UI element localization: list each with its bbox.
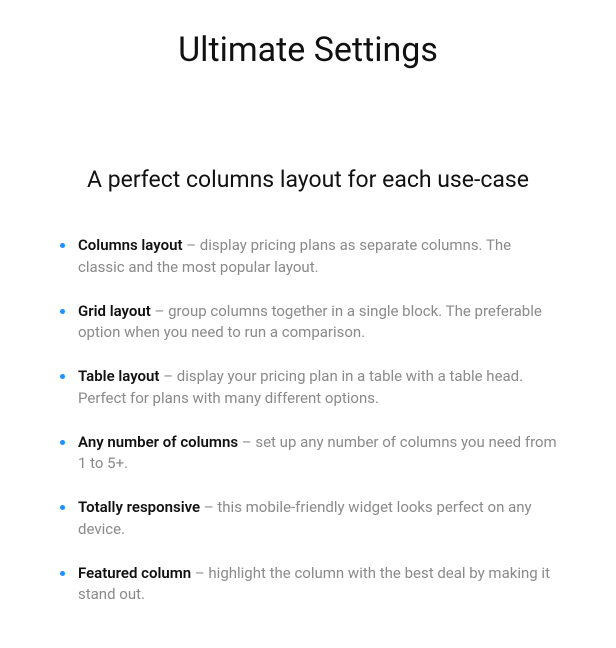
feature-term: Grid layout (78, 302, 151, 320)
feature-term: Columns layout (78, 236, 183, 254)
list-item: Grid layout – group columns together in … (58, 301, 558, 345)
page: Ultimate Settings A perfect columns layo… (0, 0, 616, 648)
bullet-icon (60, 243, 65, 248)
feature-list: Columns layout – display pricing plans a… (52, 235, 564, 606)
list-item: Totally responsive – this mobile-friendl… (58, 497, 558, 541)
bullet-icon (60, 440, 65, 445)
feature-term: Any number of columns (78, 433, 238, 451)
bullet-icon (60, 505, 65, 510)
feature-term: Table layout (78, 367, 159, 385)
bullet-icon (60, 309, 65, 314)
list-item: Table layout – display your pricing plan… (58, 366, 558, 410)
list-item: Columns layout – display pricing plans a… (58, 235, 558, 279)
bullet-icon (60, 571, 65, 576)
page-title: Ultimate Settings (52, 30, 564, 70)
bullet-icon (60, 374, 65, 379)
list-item: Featured column – highlight the column w… (58, 563, 558, 607)
page-subtitle: A perfect columns layout for each use-ca… (52, 166, 564, 193)
feature-term: Totally responsive (78, 498, 200, 516)
list-item: Any number of columns – set up any numbe… (58, 432, 558, 476)
feature-term: Featured column (78, 564, 191, 582)
